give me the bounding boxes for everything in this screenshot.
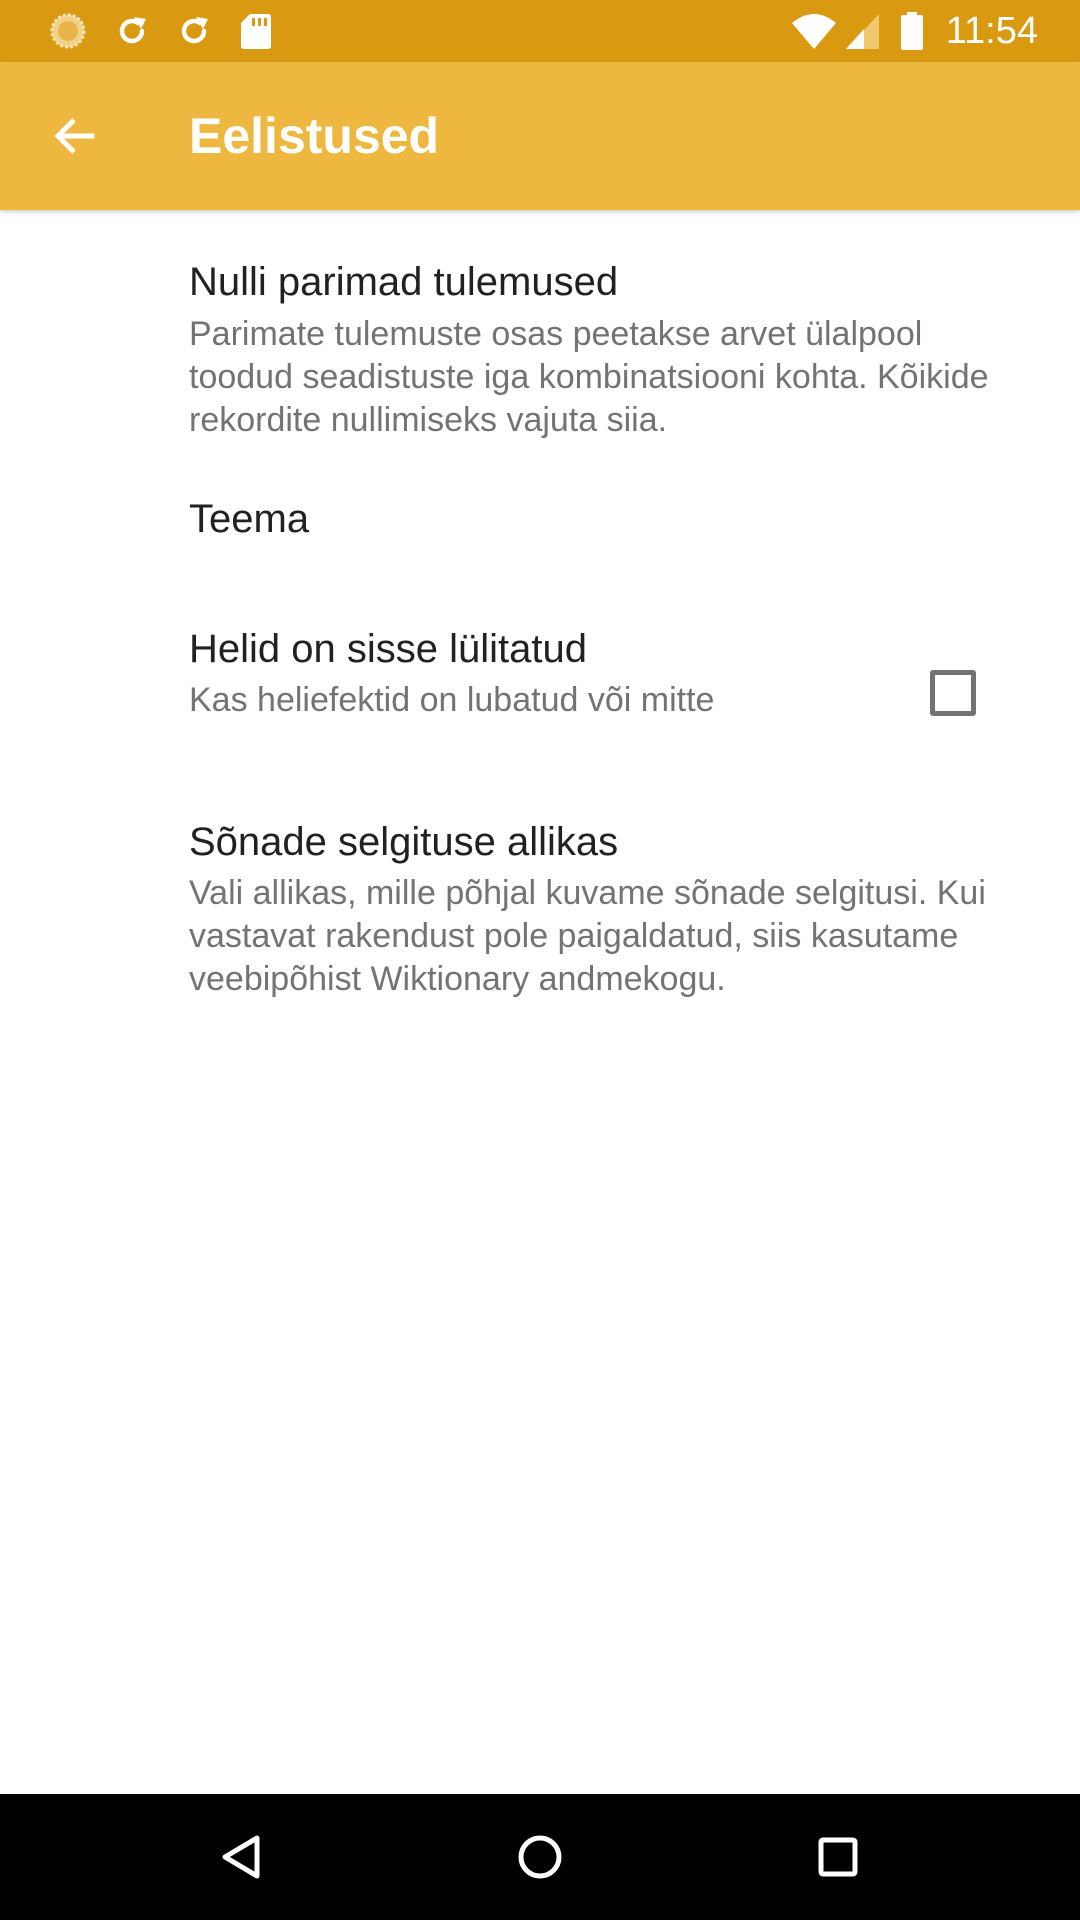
status-time: 11:54 [945,10,1038,52]
pref-sounds-enabled[interactable]: Helid on sisse lülitatud Kas heliefektid… [0,590,1080,785]
pref-summary: Vali allikas, mille põhjal kuvame sõnade… [189,874,986,998]
pref-summary: Kas heliefektid on lubatud või mitte [189,681,715,719]
pref-theme[interactable]: Teema [0,460,1080,590]
arrow-back-icon [50,112,98,160]
nav-back-button[interactable] [191,1807,291,1907]
app-bar: Eelistused [0,62,1080,210]
pref-title: Helid on sisse lülitatud [189,627,587,671]
navigation-bar [0,1794,1080,1920]
nav-recents-button[interactable] [788,1807,888,1907]
sync-icon [172,0,216,62]
status-bar: 11:54 [0,0,1080,62]
wifi-icon [790,0,838,62]
nav-home-button[interactable] [490,1807,590,1907]
recents-square-icon [817,1836,859,1878]
pref-title: Sõnade selgituse allikas [189,820,619,864]
pref-title: Nulli parimad tulemused [189,260,619,304]
sync-icon [110,0,154,62]
page-title: Eelistused [189,108,440,164]
back-button[interactable] [34,96,114,176]
battery-icon [898,0,926,62]
back-triangle-icon [219,1833,263,1881]
settings-screen: 11:54 Eelistused Nulli parimad tulemused… [0,0,1080,1920]
pref-reset-best-scores[interactable]: Nulli parimad tulemused Parimate tulemus… [0,210,1080,460]
sun-notification-icon [46,0,90,62]
home-circle-icon [517,1834,563,1880]
pref-title: Teema [189,497,310,541]
pref-summary: Parimate tulemuste osas peetakse arvet ü… [189,315,989,439]
pref-word-definition-source[interactable]: Sõnade selgituse allikas Vali allikas, m… [0,785,1080,1015]
cellular-signal-icon [842,0,882,62]
sd-card-icon [236,0,276,62]
sounds-checkbox[interactable] [930,670,976,716]
